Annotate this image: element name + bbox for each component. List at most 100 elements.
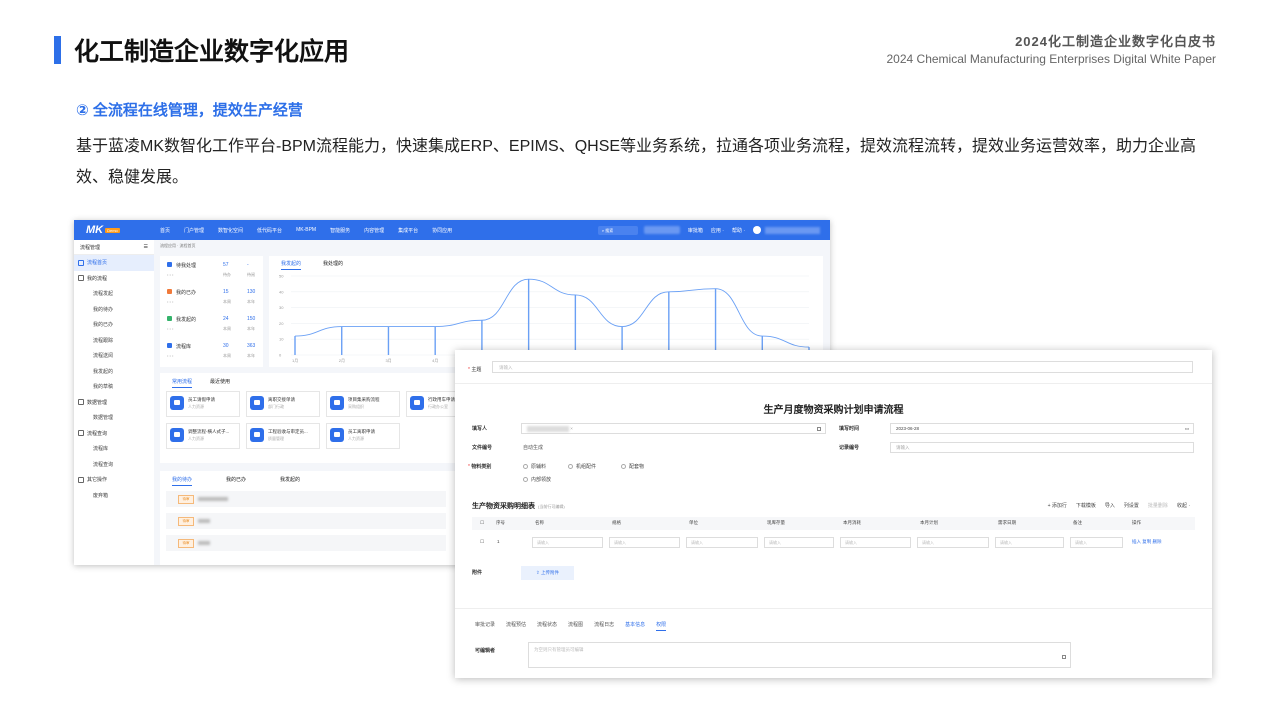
cell-input[interactable]: 请输入 — [1070, 537, 1123, 548]
stat-2[interactable]: 我发起的 24 150 本周 本年 • • • — [160, 310, 263, 337]
nav-search-input[interactable]: ⌕ 搜索 — [597, 225, 638, 235]
material-option-0[interactable]: 原辅料 — [523, 463, 546, 470]
subject-input[interactable]: 请输入 — [492, 361, 1193, 373]
material-option-3[interactable]: 内部领放 — [523, 476, 551, 483]
todo-tab-0[interactable]: 我的待办 — [172, 476, 193, 486]
nav-item-3[interactable]: 低代码平台 — [257, 227, 282, 234]
sidebar-item-15[interactable]: 废弃箱 — [74, 488, 154, 504]
bottom-tab-3[interactable]: 流程图 — [568, 621, 583, 631]
checkbox[interactable]: ☐ — [480, 520, 484, 526]
todo-tab-1[interactable]: 我的已办 — [226, 476, 246, 486]
app-logo[interactable]: MK Demo — [74, 224, 146, 236]
bottom-tab-2[interactable]: 流程状态 — [537, 621, 557, 631]
sidebar-item-14[interactable]: 其它操作 — [74, 472, 154, 488]
material-option-1[interactable]: 机组配件 — [568, 463, 596, 470]
sidebar-item-10[interactable]: 数据管理 — [74, 410, 154, 426]
sidebar-item-8[interactable]: 我的草稿 — [74, 379, 154, 395]
sidebar-item-13[interactable]: 流程查询 — [74, 457, 154, 473]
process-card[interactable]: 工程验收与审定员... 质量管理 — [246, 423, 320, 449]
process-card[interactable]: 调整流程-横人式子... 人力资源 — [166, 423, 240, 449]
sidebar-item-3[interactable]: 我的待办 — [74, 302, 154, 318]
sidebar-item-2[interactable]: 流程发起 — [74, 286, 154, 302]
cell-input[interactable]: 请输入 — [532, 537, 603, 548]
nav-user-name[interactable] — [765, 226, 820, 234]
cell-input[interactable]: 请输入 — [764, 537, 834, 548]
nav-blurred-item[interactable] — [643, 226, 680, 234]
nav-item-2[interactable]: 数智化空间 — [218, 227, 243, 234]
calendar-icon[interactable]: ▭ — [1185, 424, 1189, 434]
sidebar-item-12[interactable]: 流程库 — [74, 441, 154, 457]
cell-input[interactable]: 请输入 — [995, 537, 1064, 548]
nav-right-item-0[interactable]: 审批箱 — [688, 227, 703, 234]
add-row-button[interactable]: + 添加行 — [1048, 502, 1067, 509]
bottom-tab-6[interactable]: 权限 — [656, 621, 667, 631]
process-card[interactable]: 项目集采购流程 采购组织 — [326, 391, 400, 417]
stat-value-2: 150 — [247, 316, 256, 322]
record-no-input[interactable]: 请输入 — [890, 442, 1194, 453]
y-tick-label: 40 — [279, 289, 284, 294]
sidebar-item-1[interactable]: 我的流程 — [74, 271, 154, 287]
process-card[interactable]: 离职交接单请 部门行政 — [246, 391, 320, 417]
form-icon — [250, 396, 264, 410]
sidebar-item-11[interactable]: 流程查询 — [74, 426, 154, 442]
sidebar-item-5[interactable]: 流程跟踪 — [74, 333, 154, 349]
common-tab-1[interactable]: 最近使用 — [210, 378, 230, 388]
editor-input[interactable]: 为空则只有管理员可编辑 — [528, 642, 1071, 668]
cell-input[interactable]: 请输入 — [840, 537, 911, 548]
todo-row[interactable]: 待审 — [166, 513, 446, 529]
home-icon — [78, 259, 84, 266]
chart-tab-0[interactable]: 我发起的 — [281, 260, 302, 270]
bottom-tab-1[interactable]: 流程预估 — [506, 621, 526, 631]
page-title: 化工制造企业数字化应用 — [74, 38, 350, 66]
nav-item-1[interactable]: 门户管理 — [184, 227, 204, 234]
cell-input[interactable]: 请输入 — [686, 537, 758, 548]
series-line — [294, 278, 810, 348]
batch-delete-button[interactable]: 批量删除 — [1148, 502, 1168, 509]
todo-row[interactable]: 待审 — [166, 491, 446, 507]
stat-3[interactable]: 流程库 30 363 本周 本年 • • • — [160, 337, 263, 364]
nav-right-item-2[interactable]: 帮助 · — [732, 227, 745, 234]
upload-attachment-button[interactable]: ⇪ 上传附件 — [521, 566, 574, 580]
filler-input[interactable]: × — [521, 423, 826, 434]
common-tab-0[interactable]: 常用流程 — [172, 378, 193, 388]
cell-input[interactable]: 请输入 — [609, 537, 680, 548]
nav-item-0[interactable]: 首页 — [160, 227, 170, 234]
column-settings-button[interactable]: 列设置 — [1124, 502, 1139, 509]
cell-input[interactable]: 请输入 — [917, 537, 989, 548]
download-template-button[interactable]: 下载模板 — [1076, 502, 1096, 509]
card-title: 行政用车申请 — [428, 397, 455, 402]
table-toolbar: + 添加行 下载模板 导入 列设置 批量删除 收起 · — [1039, 502, 1190, 509]
collapse-icon[interactable]: ☰ — [144, 244, 148, 250]
bottom-tab-5[interactable]: 基本信息 — [625, 621, 645, 631]
radio-icon — [568, 464, 573, 469]
nav-item-5[interactable]: 智能服务 — [330, 227, 350, 234]
nav-item-8[interactable]: 协同应用 — [432, 227, 452, 234]
todo-tab-2[interactable]: 我发起的 — [280, 476, 300, 486]
nav-item-4[interactable]: MK-BPM — [296, 227, 316, 234]
import-button[interactable]: 导入 — [1105, 502, 1115, 509]
nav-item-6[interactable]: 内容管理 — [364, 227, 384, 234]
todo-row[interactable]: 待审 — [166, 535, 446, 551]
chart-tab-1[interactable]: 我处理的 — [323, 260, 343, 270]
process-card[interactable]: 员工请假申请 人力资源 — [166, 391, 240, 417]
sidebar-item-0[interactable]: 流程首页 — [74, 255, 154, 271]
material-option-2[interactable]: 配套物 — [621, 463, 644, 470]
sidebar-item-6[interactable]: 流程送阅 — [74, 348, 154, 364]
checkbox[interactable]: ☐ — [480, 539, 484, 545]
row-actions[interactable]: 插入 复制 删除 — [1132, 539, 1162, 545]
bottom-tab-4[interactable]: 流程日志 — [594, 621, 614, 631]
bottom-tab-0[interactable]: 审批记录 — [475, 621, 495, 631]
avatar[interactable] — [753, 226, 761, 234]
stat-icon — [167, 343, 172, 348]
nav-item-7[interactable]: 集成平台 — [398, 227, 418, 234]
stat-1[interactable]: 我的已办 15 130 本周 本年 • • • — [160, 283, 263, 310]
sidebar-item-7[interactable]: 我发起的 — [74, 364, 154, 380]
stat-0[interactable]: 待我处理 57 - 待办 待阅 • • • — [160, 256, 263, 283]
collapse-button[interactable]: 收起 · — [1177, 502, 1190, 509]
process-card[interactable]: 员工离职申请 人力资源 — [326, 423, 400, 449]
sidebar-item-4[interactable]: 我的已办 — [74, 317, 154, 333]
stat-value-2: 130 — [247, 289, 256, 295]
nav-right-item-1[interactable]: 应用 · — [711, 227, 724, 234]
fill-time-input[interactable]: 2023-06-28 ▭ — [890, 423, 1194, 434]
sidebar-item-9[interactable]: 数据管理 — [74, 395, 154, 411]
